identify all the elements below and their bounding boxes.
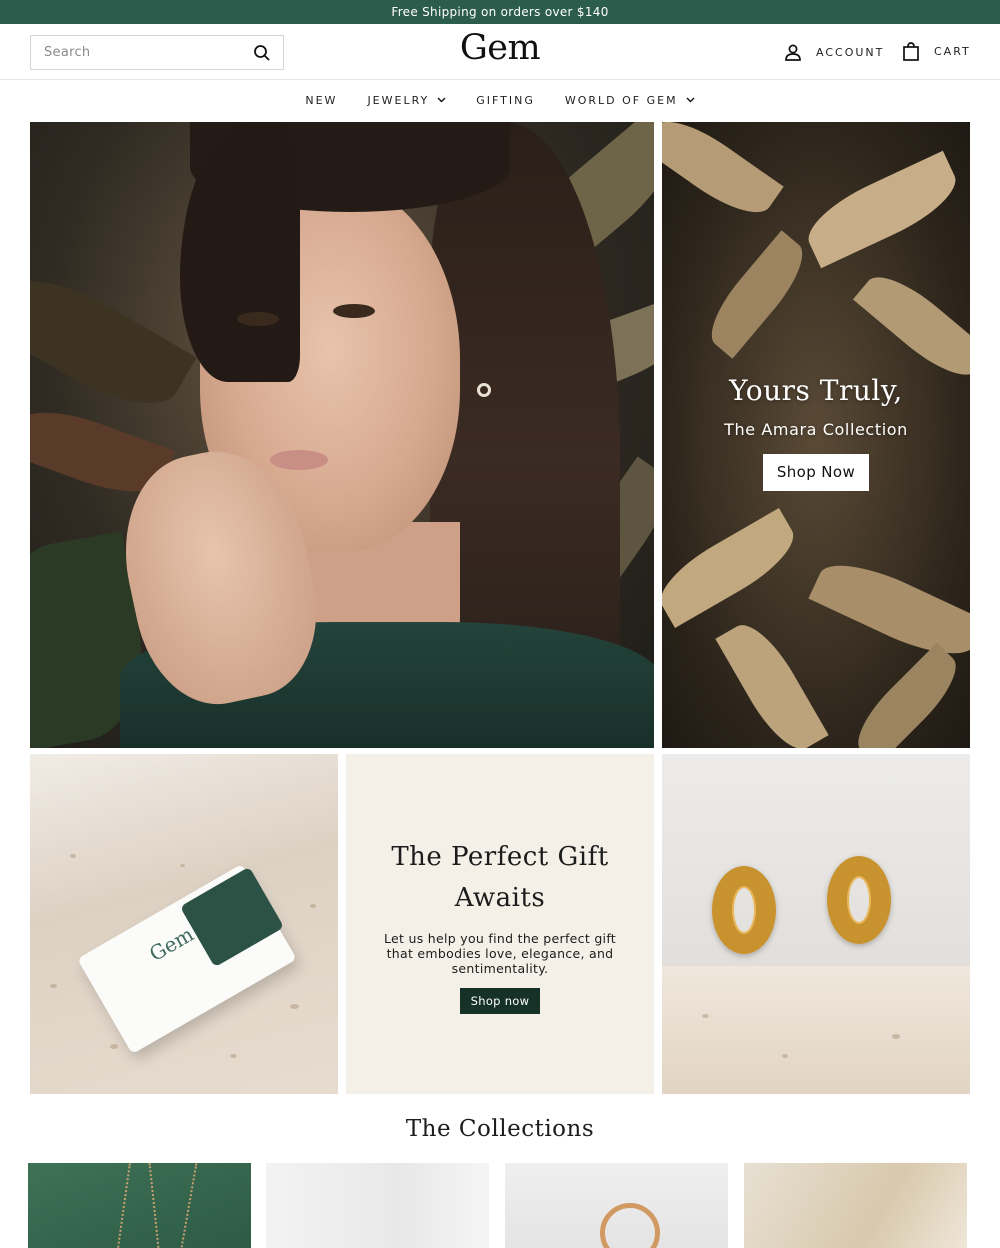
- shop-now-promo-button[interactable]: Shop now: [460, 988, 540, 1014]
- user-icon: [785, 44, 801, 61]
- promo-title: The Perfect Gift Awaits: [391, 842, 609, 913]
- nav-item-label: WORLD OF GEM: [564, 93, 678, 107]
- earring-left: [712, 866, 776, 954]
- collection-card-2[interactable]: [266, 1163, 489, 1248]
- chevron-down-icon: [437, 97, 446, 103]
- search-input[interactable]: Search: [30, 35, 284, 70]
- gift-promo-panel: The Perfect Gift Awaits Let us help you …: [346, 754, 654, 1094]
- nav-item-new[interactable]: NEW: [305, 90, 337, 110]
- nav-item-world-of-gem[interactable]: WORLD OF GEM: [565, 90, 695, 110]
- gold-hoop-earrings-image[interactable]: [662, 754, 970, 1094]
- nav-item-label: JEWELRY: [367, 93, 430, 107]
- shopping-bag-icon: [903, 41, 919, 61]
- search-icon[interactable]: [253, 44, 271, 62]
- collections-heading: The Collections: [405, 1116, 595, 1142]
- promo-body: Let us help you find the perfect gift th…: [383, 931, 617, 976]
- search-placeholder: Search: [44, 45, 91, 60]
- collection-card-rings[interactable]: [505, 1163, 728, 1248]
- nav-item-gifting[interactable]: GIFTING: [476, 90, 535, 110]
- nav-item-jewelry[interactable]: JEWELRY: [367, 90, 446, 110]
- hero-title: Yours Truly,: [729, 374, 903, 407]
- hero-collection-banner[interactable]: Yours Truly, The Amara Collection Shop N…: [662, 122, 970, 748]
- gift-card-image[interactable]: Gem: [30, 754, 338, 1094]
- cart-label: CART: [934, 44, 971, 58]
- nav-item-label: GIFTING: [476, 93, 535, 107]
- announcement-bar: Free Shipping on orders over $140: [0, 0, 1000, 24]
- site-logo[interactable]: Gem: [400, 28, 600, 68]
- main-nav: NEW JEWELRY GIFTING WORLD OF GEM: [0, 90, 1000, 110]
- header-divider: [0, 79, 1000, 80]
- hero-subtitle: The Amara Collection: [724, 420, 908, 439]
- shop-now-button[interactable]: Shop Now: [763, 454, 869, 491]
- cart-link[interactable]: CART: [902, 41, 971, 61]
- earring-detail: [477, 383, 491, 397]
- nav-item-label: NEW: [305, 93, 338, 107]
- earring-right: [827, 856, 891, 944]
- chevron-down-icon: [686, 97, 695, 103]
- collection-card-4[interactable]: [744, 1163, 967, 1248]
- collection-card-necklaces[interactable]: [28, 1163, 251, 1248]
- account-label: ACCOUNT: [816, 45, 885, 59]
- announcement-text: Free Shipping on orders over $140: [391, 5, 609, 19]
- hero-model-image[interactable]: [30, 122, 654, 748]
- account-link[interactable]: ACCOUNT: [784, 42, 884, 62]
